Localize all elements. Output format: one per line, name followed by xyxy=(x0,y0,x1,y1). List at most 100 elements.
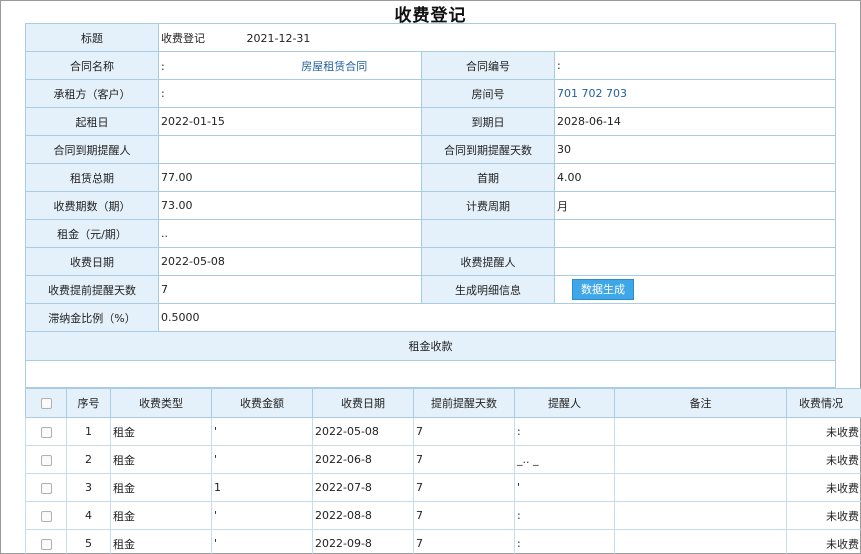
table-row[interactable]: 5 租金 ' 2022-09-8 7: 未收费 xyxy=(25,529,861,554)
header-reminder[interactable]: 提醒人 xyxy=(514,388,615,418)
expiry-reminder-field[interactable] xyxy=(158,135,422,164)
contract-no-field[interactable]: : xyxy=(553,51,837,80)
row-reminder: : xyxy=(514,501,615,530)
header-type[interactable]: 收费类型 xyxy=(110,388,212,418)
advance-days-label: 收费提前提醒天数 xyxy=(25,275,159,304)
end-date-label: 到期日 xyxy=(421,107,555,136)
table-row[interactable]: 2 租金 ' 2022-06-8 7 _.. _ 未收费 xyxy=(25,445,861,474)
tenant-label: 承租方（客户） xyxy=(25,79,159,108)
header-advance-days[interactable]: 提前提醒天数 xyxy=(413,388,515,418)
contract-name-label: 合同名称 xyxy=(25,51,159,80)
row-no: 2 xyxy=(66,445,111,474)
row-date: 2022-06-8 xyxy=(312,445,414,474)
header-no[interactable]: 序号 xyxy=(66,388,111,418)
title-value: 收费登记 xyxy=(161,31,205,45)
start-date-field[interactable]: 2022-01-15 xyxy=(158,107,422,136)
row-reminder: : xyxy=(514,529,615,554)
header-status[interactable]: 收费情况 xyxy=(786,388,861,418)
room-no-field[interactable]: 701 702 703 xyxy=(553,79,837,108)
select-all-checkbox[interactable] xyxy=(40,398,52,409)
row-advance-days: 7 xyxy=(413,417,515,446)
select-all-cell xyxy=(25,388,67,418)
charge-periods-field[interactable]: 73.00 xyxy=(158,191,422,220)
row-note xyxy=(614,529,787,554)
header-amount[interactable]: 收费金额 xyxy=(211,388,313,418)
advance-days-field[interactable]: 7 xyxy=(158,275,422,304)
row-checkbox[interactable] xyxy=(40,454,52,466)
row-reminder: _.. _ xyxy=(514,445,615,474)
row-amount: 1 xyxy=(211,473,313,502)
row-advance-days: 7 xyxy=(413,445,515,474)
table-header-row: 序号 收费类型 收费金额 收费日期 提前提醒天数 提醒人 备注 收费情况 xyxy=(25,388,861,418)
row-amount: ' xyxy=(211,445,313,474)
row-date: 2022-05-08 xyxy=(312,417,414,446)
table-row[interactable]: 4 租金 ' 2022-08-8 7: 未收费 xyxy=(25,501,861,530)
total-periods-field[interactable]: 77.00 xyxy=(158,163,422,192)
row-type: 租金 xyxy=(110,529,212,554)
row-note xyxy=(614,473,787,502)
row-note xyxy=(614,501,787,530)
header-note[interactable]: 备注 xyxy=(614,388,787,418)
total-periods-label: 租赁总期 xyxy=(25,163,159,192)
row-type: 租金 xyxy=(110,501,212,530)
expiry-days-label: 合同到期提醒天数 xyxy=(421,135,555,164)
generate-cell: 数据生成 xyxy=(553,275,837,304)
row-status: 未收费 xyxy=(786,529,861,554)
title-date: 2021-12-31 xyxy=(246,31,311,45)
table-row[interactable]: 1 租金 ' 2022-05-08 7: 未收费 xyxy=(25,417,861,446)
row-status: 未收费 xyxy=(786,473,861,502)
title-label: 标题 xyxy=(25,23,159,52)
row-amount: ' xyxy=(211,501,313,530)
row-type: 租金 xyxy=(110,417,212,446)
row-no: 5 xyxy=(66,529,111,554)
row-checkbox[interactable] xyxy=(40,482,52,494)
billing-cycle-label: 计费周期 xyxy=(421,191,555,220)
first-period-field[interactable]: 4.00 xyxy=(553,163,837,192)
empty-value-cell xyxy=(553,219,837,248)
tenant-field[interactable]: : xyxy=(158,79,422,108)
rent-field[interactable]: .. xyxy=(158,219,422,248)
late-fee-field[interactable]: 0.5000 xyxy=(157,303,837,332)
charge-reminder-label: 收费提醒人 xyxy=(421,247,555,276)
late-fee-label: 滞纳金比例（%） xyxy=(25,303,159,332)
empty-label-cell xyxy=(421,219,555,248)
row-type: 租金 xyxy=(110,473,212,502)
expiry-reminder-label: 合同到期提醒人 xyxy=(25,135,159,164)
contract-name-value: 房屋租赁合同 xyxy=(301,59,368,73)
row-note xyxy=(614,445,787,474)
charge-form: 标题 收费登记 2021-12-31 合同名称 : 房屋租赁合同 合同编号 : … xyxy=(24,23,837,388)
generate-data-button[interactable]: 数据生成 xyxy=(572,279,634,300)
end-date-field[interactable]: 2028-06-14 xyxy=(553,107,837,136)
row-no: 4 xyxy=(66,501,111,530)
row-note xyxy=(614,417,787,446)
contract-name-field[interactable]: : 房屋租赁合同 xyxy=(158,51,422,80)
contract-name-prefix: : xyxy=(161,59,165,73)
start-date-label: 起租日 xyxy=(25,107,159,136)
row-date: 2022-09-8 xyxy=(312,529,414,554)
table-row[interactable]: 3 租金 1 2022-07-8 7 ' 未收费 xyxy=(25,473,861,502)
charge-reminder-field[interactable] xyxy=(553,247,837,276)
row-amount: ' xyxy=(211,417,313,446)
row-select-cell xyxy=(25,501,67,530)
row-advance-days: 7 xyxy=(413,473,515,502)
row-checkbox[interactable] xyxy=(40,510,52,522)
row-checkbox[interactable] xyxy=(40,426,52,438)
row-reminder: ' xyxy=(514,473,615,502)
contract-no-label: 合同编号 xyxy=(421,51,555,80)
row-date: 2022-07-8 xyxy=(312,473,414,502)
charge-date-field[interactable]: 2022-05-08 xyxy=(158,247,422,276)
header-date[interactable]: 收费日期 xyxy=(312,388,414,418)
row-status: 未收费 xyxy=(786,501,861,530)
first-period-label: 首期 xyxy=(421,163,555,192)
row-checkbox[interactable] xyxy=(40,538,52,550)
billing-cycle-field[interactable]: 月 xyxy=(553,191,837,220)
row-select-cell xyxy=(25,417,67,446)
row-no: 3 xyxy=(66,473,111,502)
row-status: 未收费 xyxy=(786,445,861,474)
expiry-days-field[interactable]: 30 xyxy=(553,135,837,164)
row-no: 1 xyxy=(66,417,111,446)
row-date: 2022-08-8 xyxy=(312,501,414,530)
charge-periods-label: 收费期数（期） xyxy=(25,191,159,220)
title-field[interactable]: 收费登记 2021-12-31 xyxy=(157,23,837,52)
charge-date-label: 收费日期 xyxy=(25,247,159,276)
